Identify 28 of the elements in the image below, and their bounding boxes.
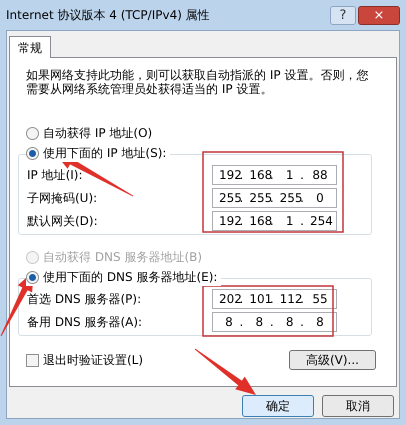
radio-label: 自动获得 IP 地址(O) <box>43 125 152 142</box>
radio-label: 自动获得 DNS 服务器地址(B) <box>43 249 202 266</box>
close-button[interactable]: × <box>358 6 400 24</box>
field-label: 默认网关(D): <box>27 212 99 230</box>
radio-label: 使用下面的 DNS 服务器地址(E): <box>43 269 218 286</box>
radio-button[interactable] <box>26 146 39 160</box>
field-label: 备用 DNS 服务器(A): <box>27 314 144 330</box>
radio-button[interactable] <box>26 270 39 284</box>
checkbox[interactable] <box>26 354 39 366</box>
help-button[interactable]: ? <box>330 6 356 24</box>
radio-button[interactable] <box>26 126 39 140</box>
ok-button[interactable]: 确定 <box>242 395 314 417</box>
window-title: Internet 协议版本 4 (TCP/IPv4) 属性 <box>6 7 210 24</box>
tab[interactable]: 常规 <box>9 36 51 58</box>
field-label: 子网掩码(U): <box>27 190 98 206</box>
ip-address-field[interactable]: 192. 168. 1 . 88 <box>212 164 337 184</box>
checkbox-label: 退出时验证设置(L) <box>43 352 144 369</box>
field-label: 首选 DNS 服务器(P): <box>27 290 142 308</box>
cancel-button[interactable]: 取消 <box>322 395 394 417</box>
ip-address-field[interactable]: 192. 168. 1 . 254 <box>212 210 337 230</box>
field-label: IP 地址(I): <box>27 166 84 184</box>
radio-label: 使用下面的 IP 地址(S): <box>43 145 166 162</box>
ip-address-field[interactable]: 202. 101. 112. 55 <box>212 288 337 308</box>
ip-address-field[interactable]: 255. 255. 255. 0 <box>212 188 337 208</box>
ip-address-field[interactable]: 8 . 8 . 8 . 8 <box>212 312 337 332</box>
annotation-arrow <box>194 348 256 395</box>
description-text: 如果网络支持此功能，则可以获取自动指派的 IP 设置。否则，您需要从网络系统管理员处获得适当的 IP 设置。 <box>26 68 370 96</box>
advanced-button[interactable]: 高级(V)... <box>289 350 376 370</box>
